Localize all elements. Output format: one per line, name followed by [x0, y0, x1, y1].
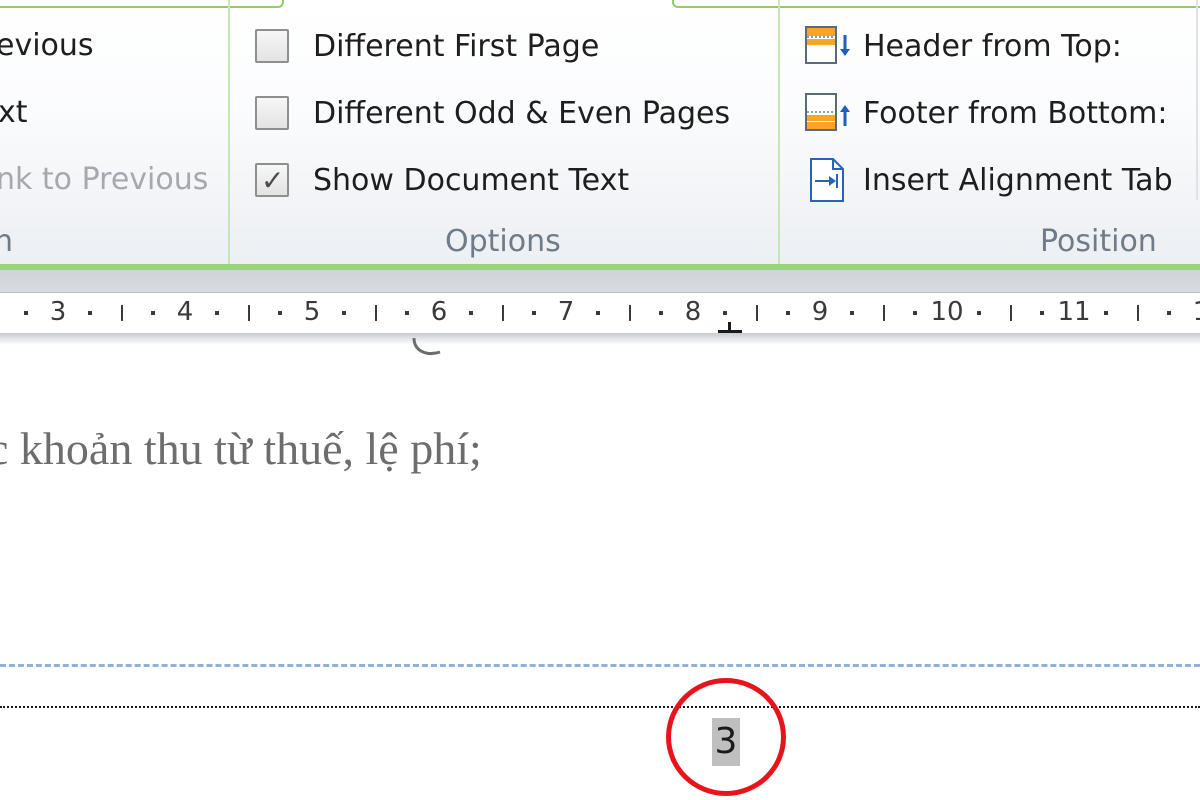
position-group-label: Position: [1040, 224, 1157, 259]
ruler-number: 6: [430, 297, 448, 327]
position-label: Footer from Bottom:: [863, 95, 1168, 131]
group-separator: [1196, 0, 1198, 200]
ruler-dot: [976, 311, 981, 315]
ruler-tick: [882, 305, 885, 321]
cut-off-glyph: [410, 338, 454, 360]
option-label: Show Document Text: [313, 162, 630, 198]
checkbox-checked-icon[interactable]: ✓: [255, 163, 289, 197]
insert-alignment-tab-icon: [803, 155, 853, 205]
different-first-page-checkbox[interactable]: Different First Page: [255, 24, 599, 68]
ruler-tick: [501, 305, 504, 321]
ruler-dot: [468, 311, 473, 315]
options-group-label: Options: [445, 224, 561, 259]
option-label: Different First Page: [313, 28, 600, 64]
tab-outline-right: [672, 0, 1200, 8]
header-from-top-icon: [803, 21, 853, 71]
show-document-text-checkbox[interactable]: ✓ Show Document Text: [255, 158, 629, 202]
ruler-dot: [87, 311, 92, 315]
tab-stop-marker[interactable]: [718, 319, 742, 333]
document-top-shade: [0, 333, 1200, 345]
position-label: Header from Top:: [863, 28, 1122, 64]
ruler-dot: [1167, 311, 1172, 315]
link-to-previous-button[interactable]: nk to Previous: [0, 160, 208, 200]
ruler-tick: [120, 305, 123, 321]
ruler-dot: [659, 311, 664, 315]
tab-outline-left: [0, 0, 284, 8]
ruler-number: 1: [1193, 297, 1200, 327]
ruler-tick: [628, 305, 631, 321]
ruler-tick: [374, 305, 377, 321]
group-separator: [228, 0, 230, 264]
ruler-dot: [1103, 311, 1108, 315]
ruler-dot: [722, 311, 727, 315]
ruler-tick: [1136, 305, 1139, 321]
ruler-tick: [1009, 305, 1012, 321]
insert-alignment-tab-button[interactable]: Insert Alignment Tab: [803, 155, 1173, 205]
ruler-dot: [849, 311, 854, 315]
ruler-dot: [786, 311, 791, 315]
navigation-group-label: n: [0, 224, 14, 259]
ruler-number: 9: [811, 297, 829, 327]
header-boundary: [0, 664, 1200, 667]
ruler-dot: [278, 311, 283, 315]
ruler-dot: [405, 311, 410, 315]
footer-from-bottom-control[interactable]: Footer from Bottom:: [803, 88, 1167, 138]
footer-from-bottom-icon: [803, 88, 853, 138]
header-from-top-control[interactable]: Header from Top:: [803, 21, 1122, 71]
ruler-number: 7: [557, 297, 575, 327]
ruler-dot: [595, 311, 600, 315]
position-label: Insert Alignment Tab: [863, 162, 1173, 198]
different-odd-even-pages-checkbox[interactable]: Different Odd & Even Pages: [255, 91, 730, 135]
ruler-dot: [151, 311, 156, 315]
ruler-frame: [0, 270, 1200, 292]
ruler-number: 4: [176, 297, 194, 327]
ruler-tick: [755, 305, 758, 321]
previous-button[interactable]: evious: [0, 26, 94, 66]
ruler-dot: [341, 311, 346, 315]
ruler-dot: [214, 311, 219, 315]
ruler-number: 11: [1057, 297, 1091, 327]
checkbox-unchecked-icon[interactable]: [255, 29, 289, 63]
ruler-dot: [24, 311, 29, 315]
ruler-dot: [532, 311, 537, 315]
option-label: Different Odd & Even Pages: [313, 95, 731, 131]
document-body-text[interactable]: c khoản thu từ thuế, lệ phí;: [0, 422, 482, 475]
ruler-dot: [1040, 311, 1045, 315]
ruler-number: 8: [684, 297, 702, 327]
ruler-number: 5: [303, 297, 321, 327]
ruler-dot: [913, 311, 918, 315]
next-button[interactable]: xt: [0, 93, 28, 133]
horizontal-ruler[interactable]: 345678910111: [0, 292, 1200, 334]
footer-boundary: [0, 706, 1200, 708]
ruler-tick: [247, 305, 250, 321]
checkmark-icon: ✓: [261, 164, 285, 197]
group-separator: [778, 0, 780, 264]
ruler-number: 10: [930, 297, 964, 327]
highlight-circle: [666, 678, 786, 796]
ruler-number: 3: [49, 297, 67, 327]
checkbox-unchecked-icon[interactable]: [255, 96, 289, 130]
